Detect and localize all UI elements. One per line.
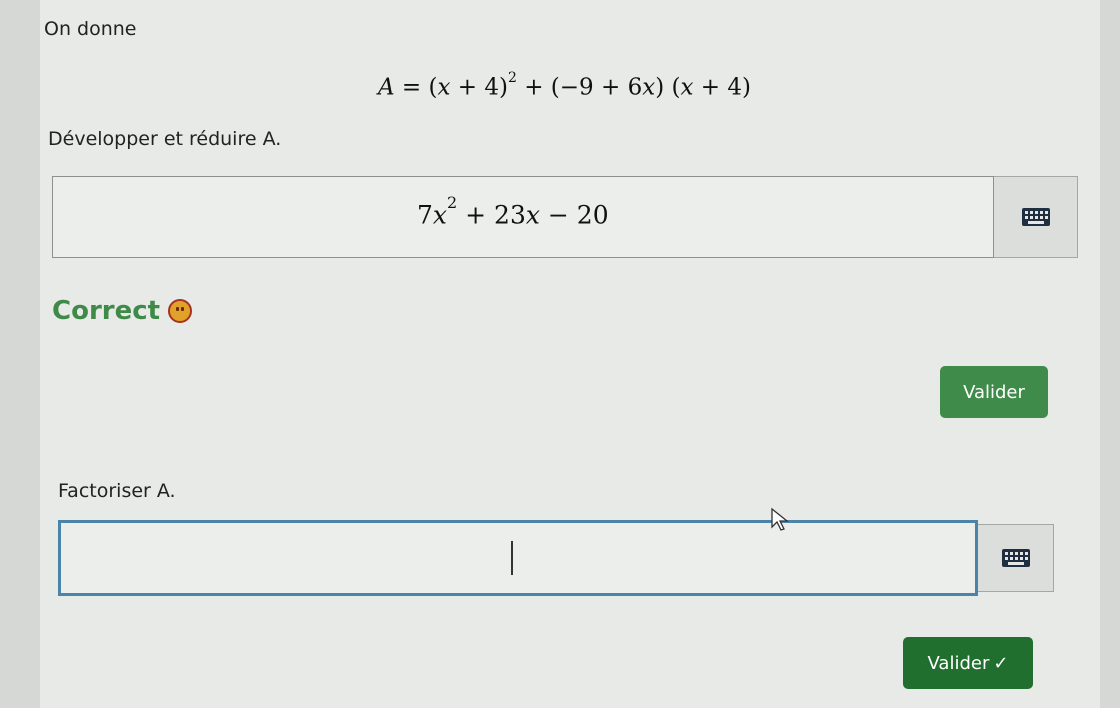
check-icon: ✓ xyxy=(993,652,1009,674)
virtual-keyboard-button[interactable] xyxy=(994,176,1078,258)
answer-field-factor[interactable] xyxy=(58,520,978,596)
question-develop: Développer et réduire A. xyxy=(48,128,282,150)
exercise-page xyxy=(40,0,1100,708)
mouse-pointer-icon xyxy=(771,507,789,531)
smiley-icon xyxy=(168,299,193,323)
keyboard-icon xyxy=(1021,208,1050,226)
answer-row-factor xyxy=(58,520,1054,596)
validate-button-develop[interactable]: Valider xyxy=(940,366,1048,418)
answer-field-develop[interactable]: 7x2 + 23x − 20 xyxy=(52,176,994,258)
var-a: A xyxy=(378,74,395,101)
validate-label: Valider xyxy=(927,652,990,674)
validate-button-factor[interactable]: Valider ✓ xyxy=(903,637,1033,689)
answer-value-develop: 7x2 + 23x − 20 xyxy=(417,193,609,230)
text-caret xyxy=(511,541,513,575)
intro-text: On donne xyxy=(44,18,137,40)
given-expression: A = (x + 4)2 + (−9 + 6x) (x + 4) xyxy=(378,70,751,101)
status-label: Correct xyxy=(52,296,161,326)
virtual-keyboard-button-2[interactable] xyxy=(978,524,1054,592)
question-factor: Factoriser A. xyxy=(58,480,176,502)
keyboard-icon xyxy=(1001,549,1030,567)
status-correct: Correct xyxy=(52,296,193,326)
answer-row-develop: 7x2 + 23x − 20 xyxy=(52,176,1078,258)
